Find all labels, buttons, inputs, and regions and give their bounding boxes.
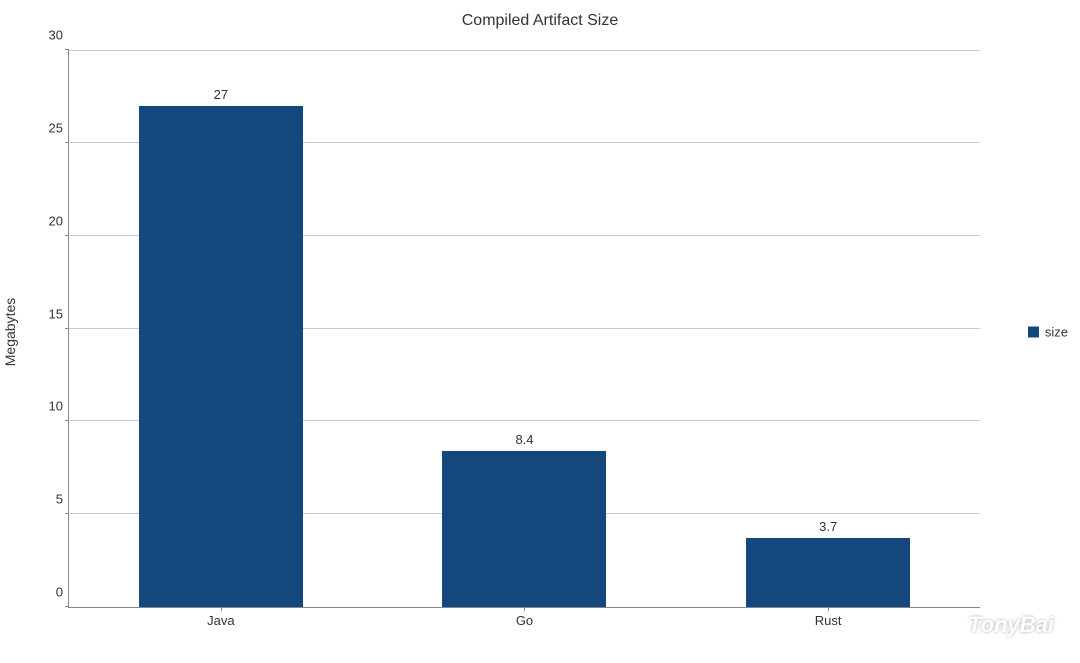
watermark: TonyBai	[934, 611, 1054, 639]
x-tick-rust: Rust	[815, 607, 842, 628]
chat-icon	[934, 611, 962, 639]
y-axis-label: Megabytes	[2, 297, 18, 365]
y-tick-5: 5	[56, 492, 69, 507]
y-tick-25: 25	[49, 120, 69, 135]
legend-label: size	[1045, 324, 1068, 339]
bar-slot-rust: 3.7 Rust	[676, 50, 980, 607]
bar-slot-java: 27 Java	[69, 50, 373, 607]
y-tick-10: 10	[49, 399, 69, 414]
bar-go: 8.4	[443, 451, 607, 607]
legend-swatch	[1028, 326, 1039, 337]
bar-label-rust: 3.7	[819, 519, 837, 538]
y-tick-20: 20	[49, 213, 69, 228]
bar-slot-go: 8.4 Go	[373, 50, 677, 607]
bar-label-go: 8.4	[515, 432, 533, 451]
watermark-text: TonyBai	[968, 612, 1054, 638]
plot-area: 0 5 10 15 20 25 30 27 Java 8.4 Go 3.7	[68, 50, 980, 608]
bar-java: 27	[139, 106, 303, 607]
bar-label-java: 27	[214, 87, 228, 106]
y-tick-15: 15	[49, 306, 69, 321]
y-tick-0: 0	[56, 585, 69, 600]
legend: size	[1028, 324, 1068, 339]
bar-rust: 3.7	[746, 538, 910, 607]
chart-container: Compiled Artifact Size Megabytes 0 5 10 …	[0, 0, 1080, 663]
y-tick-30: 30	[49, 28, 69, 43]
chart-title: Compiled Artifact Size	[0, 12, 1080, 30]
x-tick-java: Java	[207, 607, 234, 628]
x-tick-go: Go	[516, 607, 533, 628]
